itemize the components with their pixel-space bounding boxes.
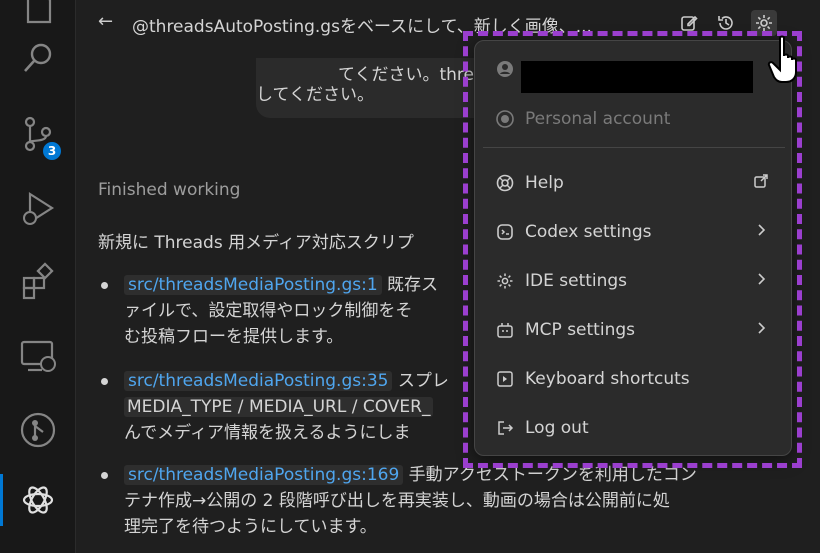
bullet-dot — [101, 472, 108, 479]
response-intro: 新規に Threads 用メディア対応スクリプ — [98, 233, 414, 253]
menu-item-label: Help — [525, 173, 564, 193]
bullet-text: スプレ — [392, 371, 449, 391]
bullet-text: 理完了を待つようにしています。 — [124, 517, 377, 537]
list-item: src/threadsMediaPosting.gs:169 手動アクセストーク… — [98, 462, 798, 542]
menu-item-log-out[interactable]: Log out — [475, 408, 793, 448]
mcp-icon — [495, 320, 515, 340]
file-link[interactable]: src/threadsMediaPosting.gs:1 — [124, 275, 382, 295]
openai-codex-icon[interactable] — [0, 470, 76, 530]
edit-icon[interactable] — [676, 10, 702, 36]
menu-divider — [483, 147, 785, 148]
keyboard-icon — [495, 369, 515, 389]
git-graph-icon[interactable] — [0, 400, 76, 460]
menu-item-ide-settings[interactable]: IDE settings — [475, 261, 793, 301]
bullet-dot — [101, 378, 108, 385]
user-message-line2: してください。 — [256, 85, 374, 105]
inline-code: MEDIA_TYPE / MEDIA_URL / COVER_ — [124, 397, 434, 417]
workspace-icon — [495, 109, 515, 129]
codex-icon — [495, 222, 515, 242]
menu-item-codex-settings[interactable]: Codex settings — [475, 212, 793, 252]
menu-item-label: Codex settings — [525, 222, 652, 242]
bullet-text: 手動アクセストークンを利用したコン — [403, 465, 697, 485]
chevron-right-icon — [753, 320, 769, 340]
file-link[interactable]: src/threadsMediaPosting.gs:169 — [124, 465, 404, 485]
remote-explorer-icon[interactable] — [0, 326, 76, 386]
menu-item-label: MCP settings — [525, 320, 635, 340]
extensions-icon[interactable] — [0, 252, 76, 312]
help-icon — [495, 173, 515, 193]
menu-item-mcp-settings[interactable]: MCP settings — [475, 310, 793, 350]
source-control-icon[interactable]: 3 — [0, 104, 76, 164]
personal-account-label: Personal account — [525, 109, 671, 129]
redacted-email — [521, 61, 753, 93]
personal-account-row: Personal account — [475, 99, 793, 139]
user-icon — [495, 59, 515, 79]
search-icon[interactable] — [0, 28, 76, 88]
status-text: Finished working — [98, 180, 241, 200]
gear-icon — [495, 271, 515, 291]
run-debug-icon[interactable] — [0, 178, 76, 238]
chevron-right-icon — [753, 222, 769, 242]
file-link[interactable]: src/threadsMediaPosting.gs:35 — [124, 371, 393, 391]
bullet-text: 既存ス — [381, 275, 439, 295]
thread-title: @threadsAutoPosting.gsをベースにして、新しく画像、... — [132, 17, 592, 37]
account-row — [475, 49, 793, 93]
menu-item-label: IDE settings — [525, 271, 628, 291]
gear-icon[interactable] — [751, 10, 777, 36]
back-arrow-icon[interactable]: ← — [98, 11, 113, 32]
menu-item-label: Keyboard shortcuts — [525, 369, 690, 389]
menu-item-label: Log out — [525, 418, 589, 438]
bullet-dot — [101, 282, 108, 289]
bullet-text: テナ作成→公開の 2 段階呼び出しを再実装し、動画の場合は公開前に処 — [124, 491, 670, 511]
external-link-icon — [753, 173, 769, 193]
logout-icon — [495, 418, 515, 438]
activity-bar: 3 — [0, 0, 76, 553]
source-control-badge: 3 — [41, 140, 63, 162]
settings-menu: Personal account Help Codex settings IDE… — [474, 40, 792, 456]
menu-item-help[interactable]: Help — [475, 163, 793, 203]
hand-cursor-icon — [766, 34, 810, 86]
chevron-right-icon — [753, 271, 769, 291]
menu-item-keyboard-shortcuts[interactable]: Keyboard shortcuts — [475, 359, 793, 399]
history-icon[interactable] — [713, 10, 739, 36]
